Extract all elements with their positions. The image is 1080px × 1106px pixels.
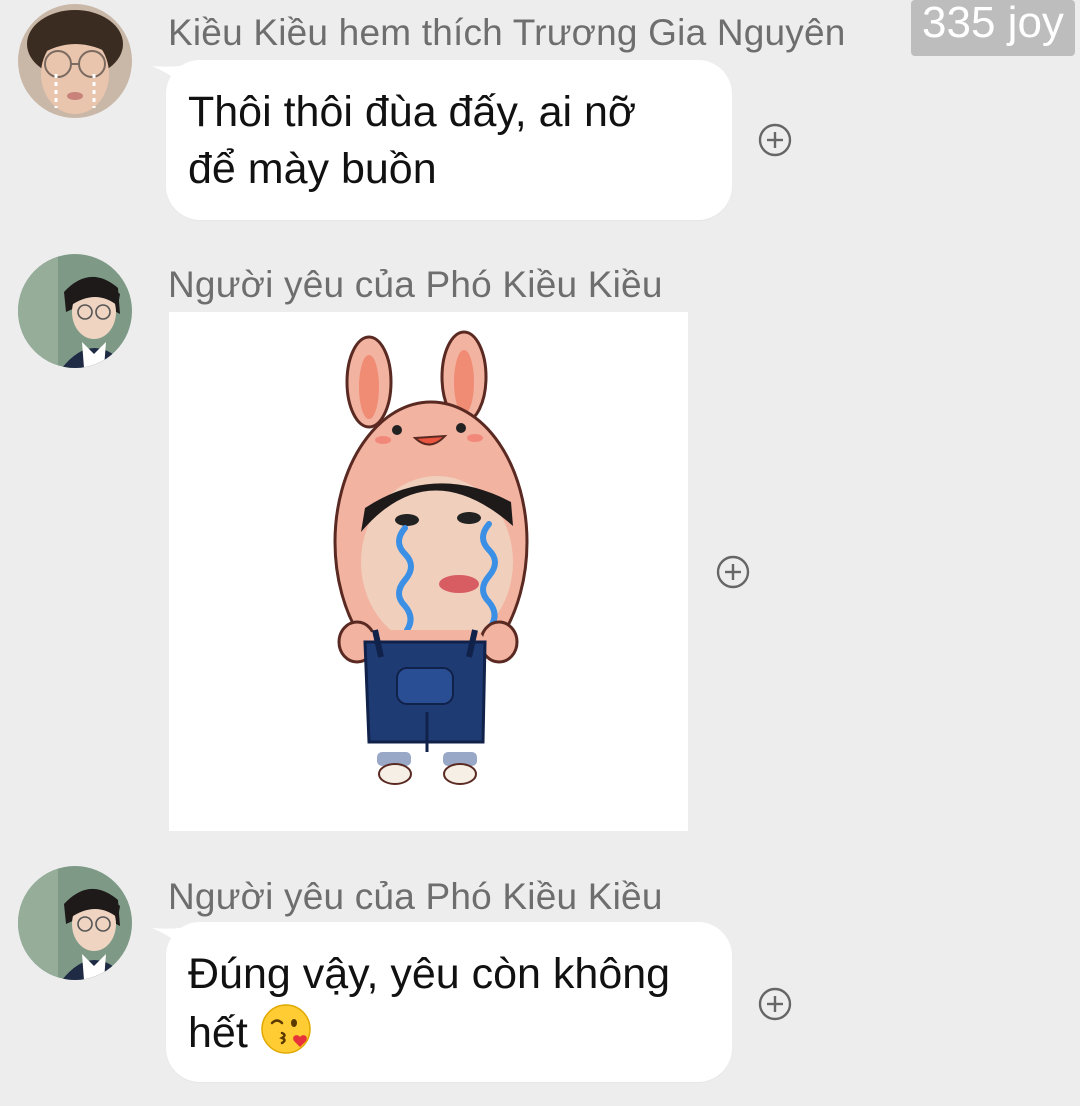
- avatar[interactable]: [18, 254, 132, 368]
- watermark-badge: 335 joy: [911, 0, 1075, 56]
- add-reaction-icon[interactable]: [716, 555, 750, 589]
- add-reaction-icon[interactable]: [758, 123, 792, 157]
- sender-name: Kiều Kiều hem thích Trương Gia Nguyên: [168, 12, 846, 53]
- sender-name: Người yêu của Phó Kiều Kiều: [168, 876, 663, 917]
- kissing-face-emoji: [260, 1004, 311, 1054]
- message-text-line-with-emoji: hết: [188, 1003, 710, 1062]
- message-text-line: hết: [188, 1009, 248, 1057]
- sender-name: Người yêu của Phó Kiều Kiều: [168, 264, 663, 305]
- chat-thread: 335 joy Kiều Kiều hem thích Trương Gia N…: [0, 0, 1080, 1106]
- bubble-tail-icon: [152, 64, 192, 94]
- crying-bunny-sticker[interactable]: [169, 312, 688, 831]
- message-text-line: để mày buồn: [188, 145, 437, 193]
- avatar[interactable]: [18, 4, 132, 118]
- message-bubble[interactable]: Thôi thôi đùa đấy, ai nỡ để mày buồn: [152, 60, 732, 220]
- add-reaction-icon[interactable]: [758, 987, 792, 1021]
- message-bubble[interactable]: Đúng vậy, yêu còn không hết: [152, 922, 732, 1082]
- message-text-line: Đúng vậy, yêu còn không: [188, 950, 671, 998]
- bubble-tail-icon: [152, 926, 192, 956]
- avatar[interactable]: [18, 866, 132, 980]
- message-text-line: Thôi thôi đùa đấy, ai nỡ: [188, 88, 637, 136]
